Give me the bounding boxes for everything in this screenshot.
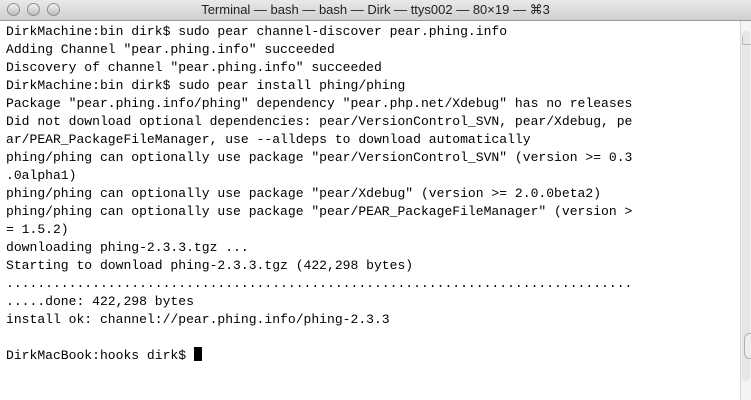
scrollbar-thumb[interactable] [742,31,750,381]
side-drawer-tab[interactable] [744,333,751,359]
terminal-lines: DirkMachine:bin dirk$ sudo pear channel-… [6,23,632,365]
terminal-line: Discovery of channel "pear.phing.info" s… [6,60,382,75]
terminal-line: Starting to download phing-2.3.3.tgz (42… [6,258,414,273]
terminal-line: .....done: 422,298 bytes [6,294,194,309]
terminal-line: .0alpha1) [6,168,77,183]
window-title: Terminal — bash — bash — Dirk — ttys002 … [201,2,550,17]
terminal-line: ar/PEAR_PackageFileManager, use --alldep… [6,132,531,147]
terminal-line: downloading phing-2.3.3.tgz ... [6,240,249,255]
terminal-line: phing/phing can optionally use package "… [6,150,633,165]
terminal-prompt-line[interactable]: DirkMacBook:hooks dirk$ [6,347,632,365]
shell-prompt: DirkMacBook:hooks dirk$ [6,348,194,363]
terminal-line: Did not download optional dependencies: … [6,114,633,129]
terminal-line: = 1.5.2) [6,222,69,237]
terminal-line: DirkMachine:bin dirk$ sudo pear channel-… [6,24,508,39]
title-bar[interactable]: Terminal — bash — bash — Dirk — ttys002 … [0,0,751,21]
terminal-line: Package "pear.phing.info/phing" dependen… [6,96,633,111]
text-cursor [193,347,202,361]
terminal-line: Adding Channel "pear.phing.info" succeed… [6,42,335,57]
terminal-line: ........................................… [6,276,633,291]
terminal-window: Terminal — bash — bash — Dirk — ttys002 … [0,0,751,400]
terminal-line: phing/phing can optionally use package "… [6,204,633,219]
terminal-line: phing/phing can optionally use package "… [6,186,602,201]
split-pane-handle[interactable] [742,36,751,45]
terminal-line: DirkMachine:bin dirk$ sudo pear install … [6,78,406,93]
terminal-line: install ok: channel://pear.phing.info/ph… [6,312,390,327]
terminal-output[interactable]: DirkMachine:bin dirk$ sudo pear channel-… [0,21,740,400]
